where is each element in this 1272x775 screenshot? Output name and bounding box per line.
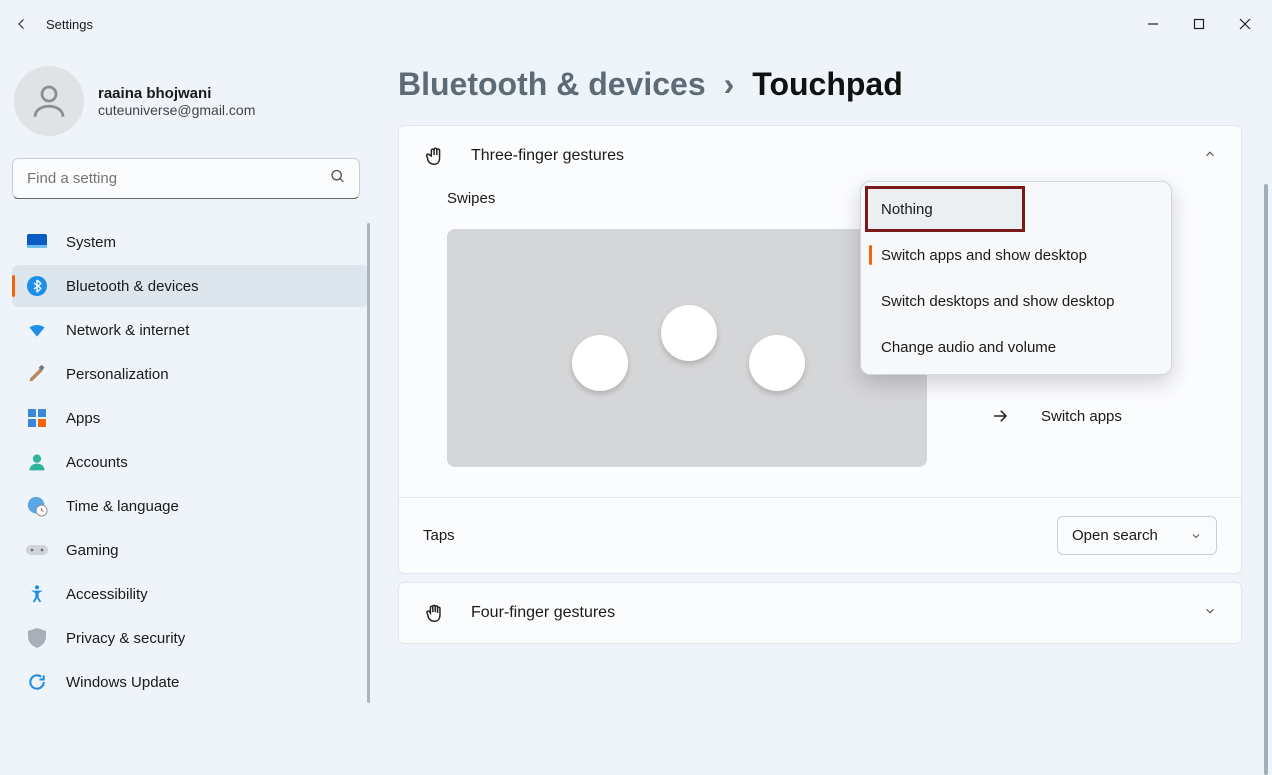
wifi-icon — [26, 319, 48, 341]
window-controls — [1130, 8, 1268, 40]
four-finger-header[interactable]: Four-finger gestures — [399, 583, 1241, 643]
accessibility-icon — [26, 583, 48, 605]
accounts-icon — [26, 451, 48, 473]
three-finger-header[interactable]: Three-finger gestures — [399, 126, 1241, 186]
minimize-icon — [1147, 18, 1159, 30]
sidebar-item-apps[interactable]: Apps — [12, 397, 368, 439]
sidebar-item-label: Privacy & security — [66, 630, 185, 647]
close-button[interactable] — [1222, 8, 1268, 40]
finger-dot — [572, 335, 628, 391]
sidebar-item-accessibility[interactable]: Accessibility — [12, 573, 368, 615]
chevron-up-icon — [1203, 147, 1217, 166]
apps-icon — [26, 407, 48, 429]
search-input[interactable] — [12, 158, 360, 199]
sidebar-item-system[interactable]: System — [12, 221, 368, 263]
sidebar-item-personalization[interactable]: Personalization — [12, 353, 368, 395]
system-icon — [26, 231, 48, 253]
user-name: raaina bhojwani — [98, 85, 255, 102]
sidebar-item-label: Personalization — [66, 366, 169, 383]
maximize-icon — [1193, 18, 1205, 30]
sidebar-item-bluetooth-devices[interactable]: Bluetooth & devices — [12, 265, 368, 307]
clock-globe-icon — [26, 495, 48, 517]
user-email: cuteuniverse@gmail.com — [98, 102, 255, 118]
sidebar-item-label: Bluetooth & devices — [66, 278, 199, 295]
gaming-icon — [26, 539, 48, 561]
finger-dot — [749, 335, 805, 391]
touchpad-preview — [447, 229, 927, 467]
settings-content: Three-finger gestures Swipes — [398, 125, 1242, 644]
search-wrapper — [12, 158, 360, 199]
arrow-right-icon — [989, 407, 1011, 425]
sidebar-item-privacy[interactable]: Privacy & security — [12, 617, 368, 659]
sidebar: raaina bhojwani cuteuniverse@gmail.com S… — [0, 48, 374, 775]
three-finger-title: Three-finger gestures — [471, 147, 624, 165]
sidebar-item-windows-update[interactable]: Windows Update — [12, 661, 368, 703]
minimize-button[interactable] — [1130, 8, 1176, 40]
hand-icon — [423, 144, 447, 168]
main-content: Bluetooth & devices › Touchpad Three-fin… — [374, 48, 1272, 775]
person-icon — [28, 80, 70, 122]
window-title: Settings — [46, 17, 93, 32]
sidebar-item-label: Windows Update — [66, 674, 179, 691]
taps-label: Taps — [423, 527, 455, 544]
taps-row: Taps Open search — [399, 497, 1241, 573]
dropdown-option-audio-volume[interactable]: Change audio and volume — [865, 324, 1167, 370]
sidebar-item-label: Apps — [66, 410, 100, 427]
breadcrumb-parent[interactable]: Bluetooth & devices — [398, 66, 706, 103]
brush-icon — [26, 363, 48, 385]
avatar — [14, 66, 84, 136]
user-block[interactable]: raaina bhojwani cuteuniverse@gmail.com — [12, 66, 368, 158]
back-button[interactable] — [4, 6, 40, 42]
sidebar-item-network[interactable]: Network & internet — [12, 309, 368, 351]
bluetooth-icon — [26, 275, 48, 297]
sidebar-item-gaming[interactable]: Gaming — [12, 529, 368, 571]
sidebar-item-label: Network & internet — [66, 322, 189, 339]
dropdown-option-nothing[interactable]: Nothing — [865, 186, 1025, 232]
nav-list: System Bluetooth & devices Network & int… — [12, 221, 368, 703]
sidebar-item-label: Time & language — [66, 498, 179, 515]
nav-scrollbar[interactable] — [367, 223, 370, 703]
taps-select[interactable]: Open search — [1057, 516, 1217, 555]
hand-icon — [423, 601, 447, 625]
four-finger-title: Four-finger gestures — [471, 604, 615, 622]
dropdown-option-switch-apps-desktop[interactable]: Switch apps and show desktop — [865, 232, 1167, 278]
chevron-down-icon — [1190, 530, 1202, 542]
breadcrumb-separator: › — [724, 66, 735, 103]
search-icon — [330, 168, 346, 189]
breadcrumb: Bluetooth & devices › Touchpad — [398, 66, 1242, 103]
four-finger-gestures-card: Four-finger gestures — [398, 582, 1242, 644]
sidebar-item-label: Accounts — [66, 454, 128, 471]
arrow-left-icon — [13, 15, 31, 33]
maximize-button[interactable] — [1176, 8, 1222, 40]
finger-dot — [661, 305, 717, 361]
sidebar-item-time-language[interactable]: Time & language — [12, 485, 368, 527]
chevron-down-icon — [1203, 604, 1217, 623]
shield-icon — [26, 627, 48, 649]
sidebar-item-label: Accessibility — [66, 586, 148, 603]
update-icon — [26, 671, 48, 693]
swipe-action-right: Switch apps — [989, 407, 1135, 425]
sidebar-item-accounts[interactable]: Accounts — [12, 441, 368, 483]
swipes-dropdown: Nothing Switch apps and show desktop Swi… — [860, 181, 1172, 375]
taps-select-value: Open search — [1072, 527, 1158, 544]
close-icon — [1239, 18, 1251, 30]
content-scrollbar[interactable] — [1264, 184, 1268, 775]
swipe-action-label: Switch apps — [1041, 408, 1122, 425]
sidebar-item-label: Gaming — [66, 542, 119, 559]
sidebar-item-label: System — [66, 234, 116, 251]
breadcrumb-current: Touchpad — [752, 66, 903, 103]
dropdown-option-switch-desktops[interactable]: Switch desktops and show desktop — [865, 278, 1167, 324]
titlebar: Settings — [0, 0, 1272, 48]
